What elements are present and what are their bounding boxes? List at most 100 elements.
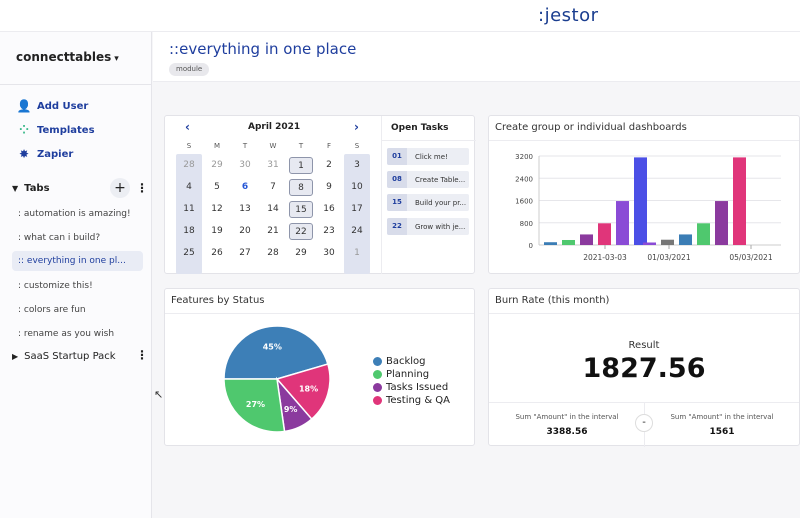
calendar-day[interactable]: 5 [205,179,229,196]
calendar-day[interactable]: 15 [289,201,313,218]
y-tick-label: 1600 [515,198,533,206]
calendar-day[interactable]: 10 [345,179,369,196]
calendar-day[interactable]: 12 [205,201,229,218]
calendar-day[interactable]: 11 [177,201,201,218]
next-month-icon[interactable]: › [354,120,359,134]
add-user-button[interactable]: 👤 Add User [16,98,89,114]
calendar-day[interactable]: 9 [317,179,341,196]
pie-legend: Backlog Planning Tasks Issued Testing & QA [373,355,450,407]
templates-label: Templates [37,124,95,136]
zapier-label: Zapier [37,148,74,160]
tabs-section-header[interactable]: ▼ Tabs + ⋮ [12,178,148,198]
result-label: Result [628,340,660,351]
calendar-day[interactable]: 13 [233,201,257,218]
calendar-day[interactable]: 14 [261,201,285,218]
burn-rate-card: Burn Rate (this month) Result 1827.56 Su… [488,288,800,447]
pack-label: SaaS Startup Pack [24,350,116,362]
bar-chart: 0 800 1600 2400 3200 2021-03-03 01/03/2021 05/0… [515,153,781,262]
day-of-week-label: S [186,142,192,150]
calendar-day[interactable]: 18 [177,223,201,240]
zapier-icon: ✸ [18,147,30,161]
tab-item[interactable]: : customize this! [12,276,143,296]
mouse-pointer-icon: ↖ [154,388,164,401]
burn-rate-title: Burn Rate (this month) [495,295,610,306]
add-tab-button[interactable]: + [110,178,130,198]
open-tasks-title: Open Tasks [391,123,449,133]
tab-item[interactable]: : colors are fun [12,300,143,320]
calendar-day[interactable]: 29 [289,245,313,262]
dashboards-title: Create group or individual dashboards [495,122,687,133]
calendar-day[interactable]: 2 [317,157,341,174]
task-label: Click me! [415,152,448,161]
calendar-day[interactable]: 20 [233,223,257,240]
calendar-day[interactable]: 26 [205,245,229,262]
workspace-name: connecttables [16,50,112,64]
open-task-item[interactable]: 01 Click me! [387,148,469,165]
calendar-day[interactable]: 30 [317,245,341,262]
calendar-card: ‹ April 2021 › S M T W T F S 28 29 30 31 1 2 3 4 5 6 7 8 9 1… [164,115,476,274]
calendar-day[interactable]: 25 [177,245,201,262]
bar [544,242,557,245]
top-bar: :jestor [0,0,800,32]
calendar-day[interactable]: 8 [289,179,313,196]
task-number: 08 [387,171,407,188]
bar [697,223,710,245]
x-tick-label: 05/03/2021 [729,253,772,262]
legend-label: Backlog [386,356,426,367]
templates-button[interactable]: ⁘ Templates [16,122,95,138]
calendar-day[interactable]: 24 [345,223,369,240]
x-tick-label: 01/03/2021 [647,253,690,262]
calendar-day[interactable]: 1 [289,157,313,174]
legend-item[interactable]: Tasks Issued [373,381,450,394]
open-task-item[interactable]: 08 Create Table... [387,171,469,188]
zapier-button[interactable]: ✸ Zapier [16,146,73,162]
calendar-day[interactable]: 1 [345,245,369,262]
calendar-day[interactable]: 4 [177,179,201,196]
calendar-day[interactable]: 16 [317,201,341,218]
legend-swatch [373,370,382,379]
calendar-day[interactable]: 19 [205,223,229,240]
calendar-day[interactable]: 28 [261,245,285,262]
calendar-day[interactable]: 21 [261,223,285,240]
calendar-day[interactable]: 28 [177,157,201,174]
calendar-day[interactable]: 27 [233,245,257,262]
legend-item[interactable]: Testing & QA [373,394,450,407]
minus-operator: - [635,414,653,432]
templates-icon: ⁘ [18,123,30,137]
calendar-day[interactable]: 31 [261,157,285,174]
more-options-icon[interactable]: ⋮ [136,181,148,195]
features-title: Features by Status [171,295,265,306]
saas-startup-pack-group[interactable]: ▶ SaaS Startup Pack ⋮ [12,348,148,364]
legend-item[interactable]: Planning [373,368,450,381]
tabs-label: Tabs [24,182,50,194]
tab-item-active[interactable]: :: everything in one pl... [12,251,143,271]
tab-item[interactable]: : automation is amazing! [12,204,143,224]
calendar-day[interactable]: 30 [233,157,257,174]
calendar-day[interactable]: 6 [233,179,257,196]
open-tasks-divider [381,140,476,141]
legend-label: Planning [386,369,430,380]
tab-item[interactable]: : what can i build? [12,228,143,248]
open-task-item[interactable]: 22 Grow with je... [387,218,469,235]
legend-swatch [373,357,382,366]
calendar-day[interactable]: 22 [289,223,313,240]
add-user-label: Add User [37,100,89,112]
calendar-day[interactable]: 29 [205,157,229,174]
calendar-day[interactable]: 3 [345,157,369,174]
pie-slice-label: 18% [299,384,318,393]
jestor-logo[interactable]: :jestor [538,5,599,26]
bar [715,201,728,245]
tab-item[interactable]: : rename as you wish [12,324,143,344]
page-title: ::everything in one place [169,40,357,58]
calendar-day[interactable]: 17 [345,201,369,218]
task-number: 22 [387,218,407,235]
workspace-selector[interactable]: connecttables ▾ [16,50,119,64]
more-options-icon[interactable]: ⋮ [136,348,148,362]
task-label: Build your pr... [415,198,467,207]
legend-item[interactable]: Backlog [373,355,450,368]
bar [733,157,746,245]
calendar-day[interactable]: 23 [317,223,341,240]
prev-month-icon[interactable]: ‹ [185,120,190,134]
calendar-day[interactable]: 7 [261,179,285,196]
open-task-item[interactable]: 15 Build your pr... [387,194,469,211]
